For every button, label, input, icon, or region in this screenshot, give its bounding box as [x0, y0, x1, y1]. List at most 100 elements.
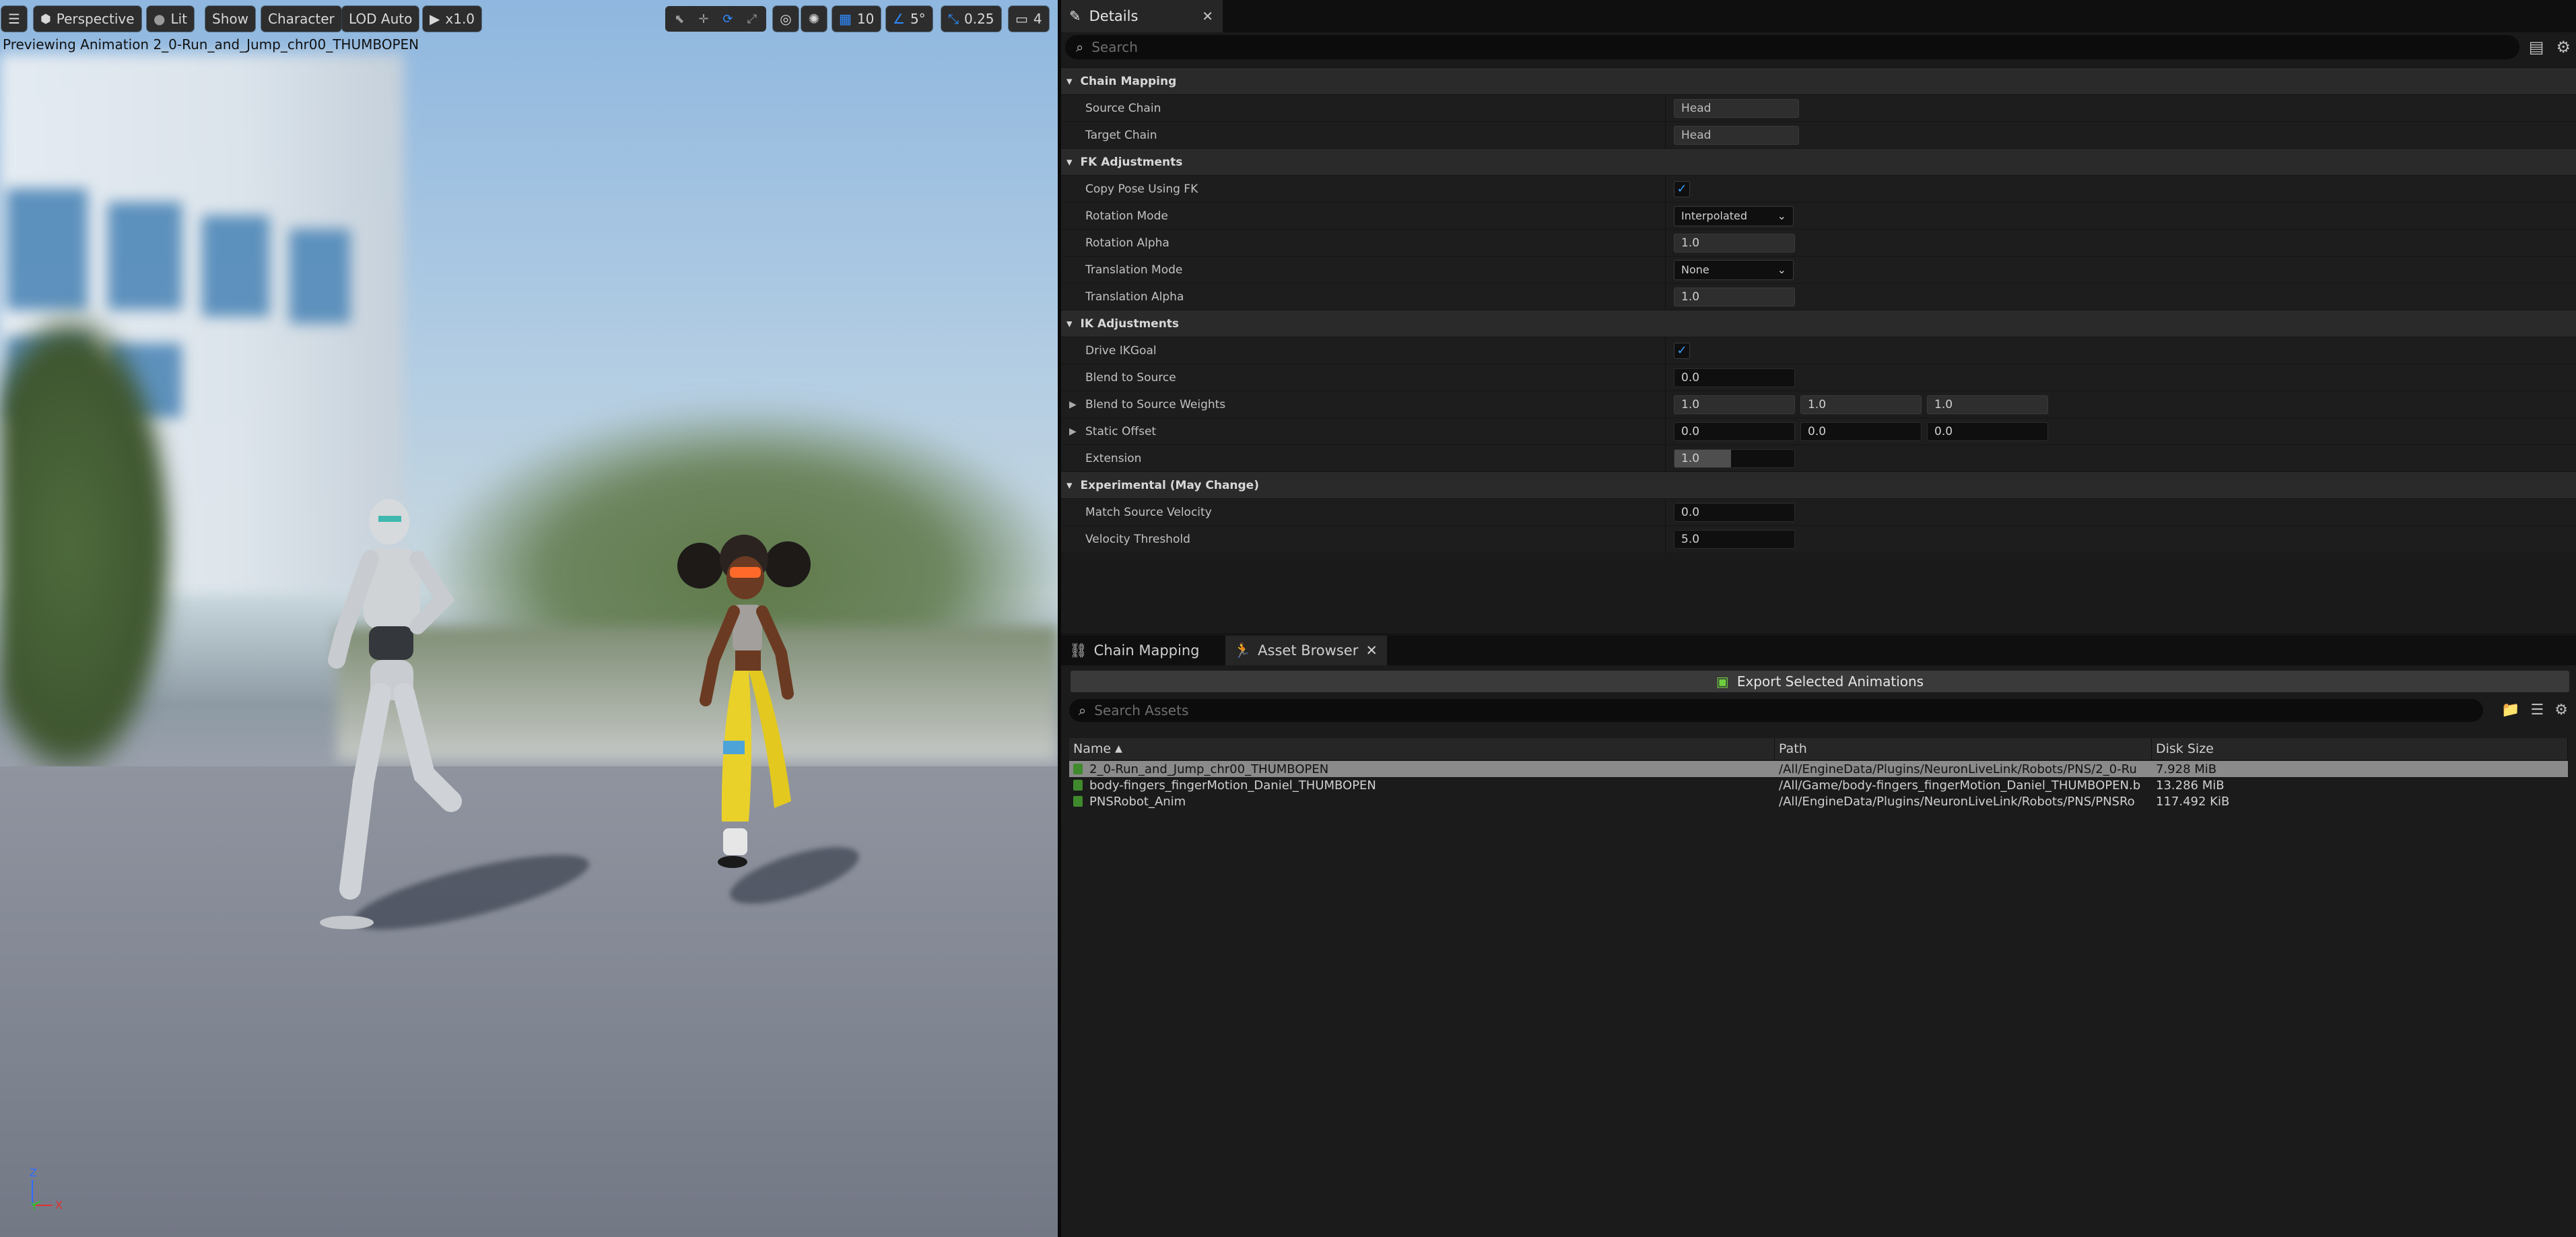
column-name[interactable]: Name ▲ — [1069, 738, 1775, 760]
source-chain-label: Source Chain — [1085, 101, 1161, 115]
match-velocity-label: Match Source Velocity — [1085, 505, 1212, 519]
export-selected-button[interactable]: ▣ Export Selected Animations — [1071, 671, 2569, 692]
expand-arrow-icon[interactable]: ▶ — [1069, 426, 1077, 437]
settings-gear-icon[interactable]: ⚙ — [2554, 702, 2568, 718]
extension-slider[interactable]: 1.0 — [1674, 448, 1795, 468]
collapse-arrow-icon: ▾ — [1066, 316, 1073, 331]
static-offset-z[interactable]: 0.0 — [1927, 422, 2048, 441]
prop-target-chain: Target Chain Head — [1061, 121, 2576, 149]
surface-snap-icon: ✺ — [808, 11, 820, 27]
blend-weights-y[interactable]: 1.0 — [1800, 395, 1922, 414]
bottom-tabbar: ⛓ Chain Mapping 🏃 Asset Browser ✕ — [1061, 636, 2576, 665]
asset-path: /All/Game/body-fingers_fingerMotion_Dani… — [1779, 778, 2141, 793]
tab-details[interactable]: ✎ Details ✕ — [1061, 0, 1223, 32]
close-icon[interactable]: ✕ — [1202, 8, 1213, 24]
scale-snap-button[interactable]: ⤡ 0.25 — [941, 6, 1001, 32]
camera-speed-label: 4 — [1033, 11, 1042, 27]
static-offset-x[interactable]: 0.0 — [1674, 422, 1795, 441]
drive-ikgoal-checkbox[interactable]: ✓ — [1674, 342, 1690, 359]
settings-gear-icon[interactable]: ⚙ — [2556, 38, 2571, 57]
asset-size: 117.492 KiB — [2156, 794, 2230, 809]
coordinate-system-button[interactable]: ◎ — [773, 6, 799, 32]
rotation-mode-dropdown[interactable]: Interpolated ⌄ — [1674, 205, 1794, 226]
extension-label: Extension — [1085, 451, 1142, 465]
folder-icon[interactable]: 📁 — [2501, 702, 2519, 718]
section-chain-mapping-label: Chain Mapping — [1080, 74, 1177, 88]
column-size-label: Disk Size — [2156, 741, 2214, 756]
grid-icon: ▦ — [839, 11, 852, 27]
details-search-input[interactable]: ⌕ Search — [1065, 35, 2519, 59]
show-button[interactable]: Show — [205, 6, 255, 32]
save-icon: ▣ — [1716, 673, 1729, 690]
prop-match-velocity: Match Source Velocity 0.0 — [1061, 498, 2576, 526]
asset-name: 2_0-Run_and_Jump_chr00_THUMBOPEN — [1089, 762, 1329, 776]
table-row[interactable]: PNSRobot_Anim /All/EngineData/Plugins/Ne… — [1069, 793, 2568, 809]
table-row[interactable]: body-fingers_fingerMotion_Daniel_THUMBOP… — [1069, 777, 2568, 793]
section-experimental[interactable]: ▾ Experimental (May Change) — [1061, 471, 2576, 498]
scale-tool-icon[interactable]: ⤢ — [742, 9, 762, 29]
camera-cube-icon: ⬢ — [40, 11, 51, 26]
tab-chain-mapping-label: Chain Mapping — [1093, 642, 1200, 659]
prop-translation-alpha: Translation Alpha 1.0 — [1061, 283, 2576, 310]
filter-icon[interactable]: ☰ — [2531, 702, 2544, 718]
rotation-alpha-field[interactable]: 1.0 — [1674, 233, 1795, 253]
section-fk-adjustments[interactable]: ▾ FK Adjustments — [1061, 148, 2576, 175]
prop-blend-weights: ▶ Blend to Source Weights 1.0 1.0 1.0 — [1061, 391, 2576, 418]
lit-button[interactable]: ● Lit — [147, 6, 194, 32]
asset-search-input[interactable]: ⌕ Search Assets — [1069, 699, 2483, 722]
pencil-icon: ✎ — [1069, 8, 1081, 24]
preview-animation-label: Previewing Animation 2_0-Run_and_Jump_ch… — [3, 36, 419, 53]
static-offset-y[interactable]: 0.0 — [1800, 422, 1922, 441]
translation-mode-dropdown[interactable]: None ⌄ — [1674, 259, 1794, 280]
sort-ascending-icon: ▲ — [1115, 743, 1122, 754]
section-fk-label: FK Adjustments — [1080, 155, 1183, 169]
match-velocity-field[interactable]: 0.0 — [1674, 502, 1795, 522]
translation-alpha-field[interactable]: 1.0 — [1674, 287, 1795, 306]
chain-icon: ⛓ — [1069, 642, 1087, 659]
prop-velocity-threshold: Velocity Threshold 5.0 — [1061, 525, 2576, 553]
play-speed-button[interactable]: ▶ x1.0 — [423, 6, 482, 32]
surface-snap-button[interactable]: ✺ — [801, 6, 827, 32]
prop-blend-to-source: Blend to Source 0.0 — [1061, 364, 2576, 391]
translate-tool-icon[interactable]: ✛ — [693, 9, 714, 29]
velocity-threshold-field[interactable]: 5.0 — [1674, 529, 1795, 549]
copy-pose-checkbox[interactable]: ✓ — [1674, 180, 1690, 197]
background-tree-left — [0, 310, 175, 781]
source-chain-field[interactable]: Head — [1674, 98, 1799, 118]
blend-weights-z[interactable]: 1.0 — [1927, 395, 2048, 414]
blend-to-source-field[interactable]: 0.0 — [1674, 368, 1795, 387]
tab-asset-browser[interactable]: 🏃 Asset Browser ✕ — [1225, 636, 1387, 665]
target-chain-field[interactable]: Head — [1674, 125, 1799, 145]
blend-weights-label: Blend to Source Weights — [1085, 397, 1226, 411]
export-label: Export Selected Animations — [1736, 673, 1924, 690]
robot-character[interactable] — [290, 458, 478, 943]
character-button[interactable]: Character — [261, 6, 341, 32]
drive-ikgoal-label: Drive IKGoal — [1085, 343, 1157, 358]
close-icon[interactable]: ✕ — [1365, 642, 1378, 659]
table-row[interactable]: 2_0-Run_and_Jump_chr00_THUMBOPEN /All/En… — [1069, 761, 2568, 777]
angle-snap-button[interactable]: ∠ 5° — [886, 6, 933, 32]
girl-character[interactable] — [673, 525, 828, 916]
section-chain-mapping[interactable]: ▾ Chain Mapping — [1061, 67, 2576, 94]
lod-button[interactable]: LOD Auto — [342, 6, 419, 32]
tab-chain-mapping[interactable]: ⛓ Chain Mapping — [1061, 636, 1220, 665]
viewport[interactable]: ☰ ⬢ Perspective ● Lit Show Character LOD… — [0, 0, 1058, 1237]
asset-size: 13.286 MiB — [2156, 778, 2225, 793]
select-tool-icon[interactable]: ⬉ — [669, 9, 689, 29]
section-ik-adjustments[interactable]: ▾ IK Adjustments — [1061, 310, 2576, 337]
perspective-button[interactable]: ⬢ Perspective — [34, 6, 141, 32]
show-label: Show — [212, 11, 248, 27]
expand-arrow-icon[interactable]: ▶ — [1069, 399, 1077, 410]
table-view-icon[interactable]: ▤ — [2529, 38, 2544, 57]
asset-table-body: 2_0-Run_and_Jump_chr00_THUMBOPEN /All/En… — [1069, 761, 2568, 809]
viewport-menu-button[interactable]: ☰ — [1, 6, 27, 32]
blend-weights-x[interactable]: 1.0 — [1674, 395, 1795, 414]
section-ik-label: IK Adjustments — [1080, 316, 1180, 331]
scale-snap-icon: ⤡ — [948, 11, 959, 27]
grid-snap-button[interactable]: ▦ 10 — [832, 6, 881, 32]
camera-speed-button[interactable]: ▭ 4 — [1009, 6, 1049, 32]
column-path[interactable]: Path — [1775, 738, 2152, 760]
column-disk-size[interactable]: Disk Size — [2152, 738, 2568, 760]
rotate-tool-icon[interactable]: ⟳ — [718, 9, 738, 29]
ground-plane — [0, 766, 1058, 1237]
